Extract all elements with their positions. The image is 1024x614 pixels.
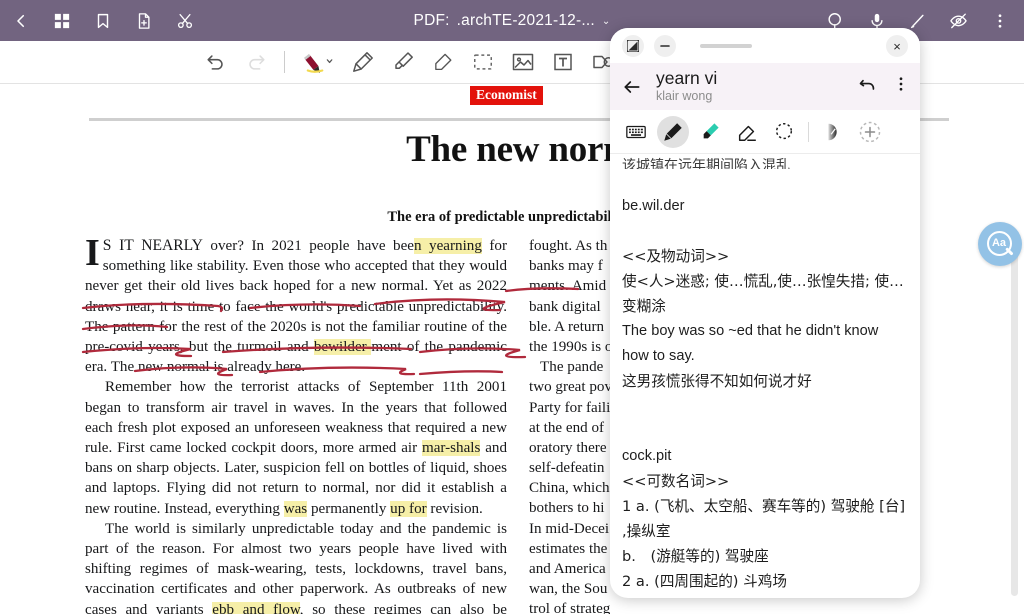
p1-text-b: for something like stability. Even those… [85,238,507,356]
entry-1-example-zh: 这男孩慌张得不知如何说才好 [622,373,812,390]
highlight-upfor: up for [390,500,427,517]
column-2-line: trol of strateg [529,601,611,614]
entry-1-pos: <<及物动词>> [622,248,730,265]
undo-icon[interactable] [858,74,878,99]
pen-tool-icon[interactable] [295,44,341,80]
entry-2-definition-1a: 1 a. (飞机、太空船、赛车等的) 驾驶舱 [台] ,操纵室 [622,498,906,540]
app-root: PDF: .archTE-2021-12-... ⌄ Economist The… [0,0,1024,614]
title-filename: .archTE-2021-12-... [456,11,595,29]
minimize-icon[interactable] [654,34,676,57]
entry-2-definition-1b: b. (游艇等的) 驾驶座 [622,548,769,565]
popup-tool-divider [808,121,809,142]
entry-2-headword: cock.pit [622,448,672,464]
add-page-icon[interactable] [123,0,164,41]
appbar-left-group [0,0,205,41]
highlight-ebbandflow: ebb and flow [212,601,300,614]
p2-text-d: revision. [426,500,483,517]
close-icon[interactable]: × [886,35,908,57]
eraser-icon[interactable] [425,44,461,80]
entry-2-definition-2a: 2 a. (四周围起的) 斗鸡场 [622,573,787,590]
small-caps-opening: S IT NEARLY [102,237,203,254]
popup-header-actions [858,63,910,110]
contrast-icon[interactable] [817,116,849,148]
entry-1-definition: 使<人>迷惑; 使…慌乱,使…张惶失措; 使…变糊涂 [622,273,904,315]
vertical-scrollbar[interactable] [1011,246,1018,596]
eye-off-icon[interactable] [938,0,979,41]
p2-text-c: permanently [307,500,391,517]
redo-icon[interactable] [238,44,274,80]
add-icon[interactable] [854,116,886,148]
title-prefix: PDF: [413,11,450,29]
paragraph-2: Remember how the terrorist attacks of Se… [85,377,507,518]
grid-icon[interactable] [41,0,82,41]
popup-tool-row [610,110,920,154]
entry-1-example-en: The boy was so ~ed that he didn't know h… [622,323,879,364]
lasso-select-icon[interactable] [465,44,501,80]
popup-window-chrome: × [610,28,920,63]
paragraph-3: The world is similarly unpredictable tod… [85,519,507,614]
document-title-button[interactable]: PDF: .archTE-2021-12-... ⌄ [414,12,611,30]
font-size-button[interactable]: Aa [978,222,1022,266]
undo-icon[interactable] [198,44,234,80]
drop-cap: I [85,232,100,274]
bookmark-icon[interactable] [82,0,123,41]
back-arrow-icon[interactable] [622,77,648,97]
dictionary-content[interactable]: 该城镇在远年期间陷入混乱 be.wil.der <<及物动词>> 使<人>迷惑;… [610,154,920,598]
insert-image-icon[interactable] [505,44,541,80]
note-title: yearn vi [656,68,718,89]
toolbar-divider [284,51,285,73]
highlight-bewilder: bewilder- [313,339,372,356]
highlight-yearning: n yearning [413,238,482,254]
pencil-icon[interactable] [657,115,689,148]
economist-logo: Economist [470,86,543,105]
popup-header: yearn vi klair wong [610,63,920,110]
more-vertical-icon[interactable] [979,0,1020,41]
highlighter-icon[interactable] [694,116,726,148]
eraser-icon[interactable] [731,116,763,148]
keyboard-icon[interactable] [620,116,652,148]
lasso-icon[interactable] [768,116,800,148]
popup-title-group: yearn vi klair wong [656,69,717,103]
chevron-down-icon[interactable]: ⌄ [602,16,611,27]
text-box-icon[interactable] [545,44,581,80]
highlight-was: was [283,500,308,517]
entry-2-pos: <<可数名词>> [622,473,730,490]
clipped-previous-line: 该城镇在远年期间陷入混乱 [622,158,790,169]
back-icon[interactable] [0,0,41,41]
entry-1-headword: be.wil.der [622,198,685,214]
p1-text-a: over? In 2021 people have bee [202,238,414,254]
split-view-icon[interactable] [622,34,644,57]
highlight-marshals: mar-shals [421,440,481,457]
note-author: klair wong [656,89,713,104]
scissors-icon[interactable] [164,0,205,41]
entry-2-definition-2b: b. 屡经战役的战场 [622,594,908,598]
column-1: IS IT NEARLY over? In 2021 people have b… [85,232,507,614]
more-vertical-icon[interactable] [892,75,910,98]
drag-handle[interactable] [700,43,752,48]
highlighter-icon[interactable] [385,44,421,80]
paragraph-1: IS IT NEARLY over? In 2021 people have b… [85,232,507,377]
p3-text-a: The world is similarly unpredictable tod… [85,520,507,614]
ballpoint-pen-icon[interactable] [345,44,381,80]
dictionary-popup[interactable]: × yearn vi klair wong 该城镇在远年期间陷入混乱 be.wi… [610,28,920,598]
